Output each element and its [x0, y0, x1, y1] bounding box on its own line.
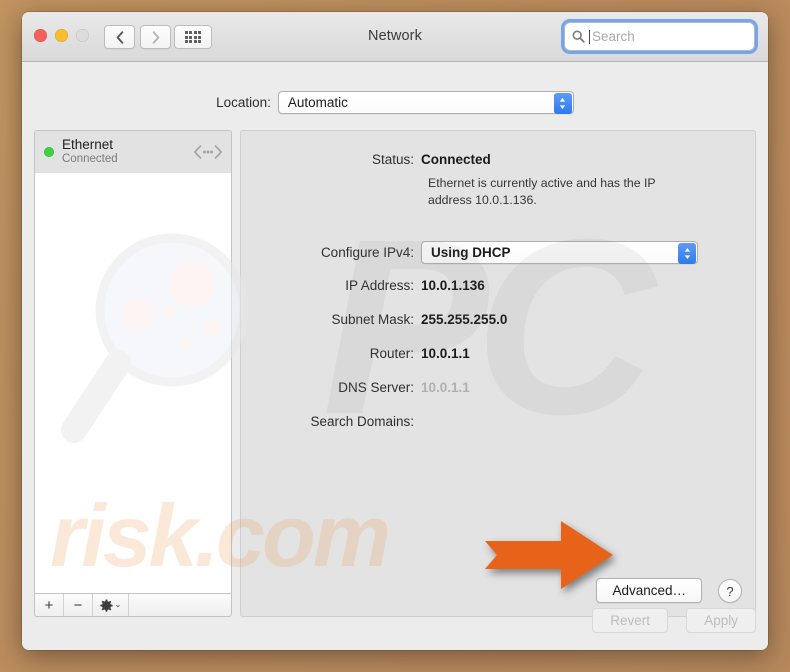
window-content: PC risk.com Location: Automatic Ethernet… — [22, 62, 768, 650]
gear-icon — [100, 598, 113, 612]
service-action-menu-button[interactable]: ⌄ — [93, 594, 129, 616]
revert-button: Revert — [592, 608, 668, 633]
ip-address-label: IP Address: — [345, 278, 414, 293]
search-field[interactable] — [564, 22, 755, 51]
service-name: Ethernet — [62, 136, 114, 152]
window-titlebar: Network — [22, 12, 768, 62]
minus-icon: − — [73, 596, 83, 614]
configure-ipv4-label: Configure IPv4: — [320, 245, 414, 260]
service-toolbar-spacer — [129, 594, 231, 616]
dns-server-value: 10.0.1.1 — [421, 380, 470, 395]
status-description: Ethernet is currently active and has the… — [428, 176, 656, 207]
configure-ipv4-value: Using DHCP — [431, 245, 511, 260]
location-label: Location: — [216, 95, 271, 110]
chevron-updown-icon — [678, 243, 696, 264]
dns-server-label: DNS Server: — [338, 380, 414, 395]
search-icon — [572, 30, 585, 43]
search-domains-label: Search Domains: — [310, 414, 414, 429]
remove-service-button[interactable]: − — [64, 594, 93, 616]
text-caret — [589, 29, 590, 44]
configure-ipv4-dropdown[interactable]: Using DHCP — [421, 241, 698, 264]
configure-ipv4-field: Configure IPv4: Using DHCP — [241, 241, 755, 264]
status-field: Status: Connected — [241, 152, 755, 167]
status-label: Status: — [371, 152, 414, 167]
status-indicator-dot — [44, 146, 54, 157]
subnet-mask-value: 255.255.255.0 — [421, 312, 508, 327]
subnet-mask-field: Subnet Mask: 255.255.255.0 — [241, 312, 755, 327]
location-value: Automatic — [287, 95, 348, 110]
location-dropdown[interactable]: Automatic — [277, 91, 574, 114]
service-text: Ethernet Connected — [62, 137, 193, 166]
annotation-arrow-icon — [485, 521, 613, 589]
dns-server-field: DNS Server: 10.0.1.1 — [241, 380, 755, 395]
apply-button: Apply — [686, 608, 756, 633]
plus-icon: + — [44, 596, 54, 614]
chevron-down-icon: ⌄ — [114, 600, 122, 609]
chevron-updown-icon — [553, 93, 572, 114]
help-button[interactable]: ? — [718, 579, 742, 603]
ip-address-value: 10.0.1.136 — [421, 278, 485, 293]
location-row: Location: Automatic — [22, 91, 768, 114]
status-value: Connected — [421, 152, 491, 167]
ip-address-field: IP Address: 10.0.1.136 — [241, 278, 755, 293]
service-list[interactable]: Ethernet Connected — [34, 130, 232, 593]
add-service-button[interactable]: + — [35, 594, 64, 616]
router-field: Router: 10.0.1.1 — [241, 346, 755, 361]
subnet-mask-label: Subnet Mask: — [331, 312, 414, 327]
network-preferences-window: Network PC risk.com — [22, 12, 768, 650]
service-list-item-ethernet[interactable]: Ethernet Connected — [35, 131, 231, 173]
search-domains-field: Search Domains: — [241, 414, 755, 429]
router-value: 10.0.1.1 — [421, 346, 470, 361]
ethernet-icon — [193, 144, 223, 159]
service-status: Connected — [62, 152, 118, 165]
search-input[interactable] — [592, 29, 747, 44]
router-label: Router: — [369, 346, 414, 361]
service-list-toolbar: + − ⌄ — [34, 593, 232, 617]
